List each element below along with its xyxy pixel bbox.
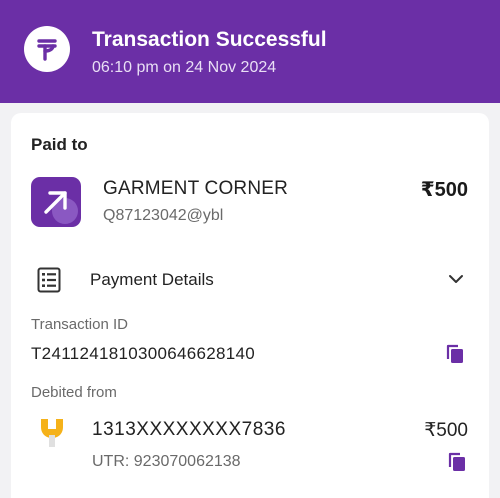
copy-icon[interactable]: [447, 451, 467, 473]
transaction-header: Transaction Successful 06:10 pm on 24 No…: [0, 0, 500, 103]
copy-icon[interactable]: [445, 343, 465, 365]
bank-logo-icon: [33, 413, 71, 451]
merchant-upi-id: Q87123042@ybl: [103, 207, 224, 224]
paid-amount: ₹500: [420, 179, 468, 201]
header-title: Transaction Successful: [92, 28, 327, 51]
transaction-card: Paid to GARMENT CORNER Q87123042@ybl ₹50…: [11, 113, 489, 498]
debited-from-label: Debited from: [31, 384, 117, 401]
receipt-list-icon: [37, 267, 61, 293]
chevron-down-icon[interactable]: [447, 270, 465, 288]
merchant-name: GARMENT CORNER: [103, 178, 289, 199]
paid-to-label: Paid to: [31, 135, 88, 154]
debited-account-number: 1313XXXXXXXX7836: [92, 419, 286, 440]
arrow-up-right-icon: [31, 177, 81, 227]
header-timestamp: 06:10 pm on 24 Nov 2024: [92, 59, 277, 76]
phonepe-logo-icon: [24, 26, 70, 72]
debited-amount: ₹500: [424, 420, 468, 441]
transaction-id-label: Transaction ID: [31, 316, 128, 333]
payment-details-toggle[interactable]: Payment Details: [90, 270, 214, 290]
utr-number: UTR: 923070062138: [92, 453, 241, 470]
transaction-id-value: T2411241810300646628140: [31, 344, 256, 363]
